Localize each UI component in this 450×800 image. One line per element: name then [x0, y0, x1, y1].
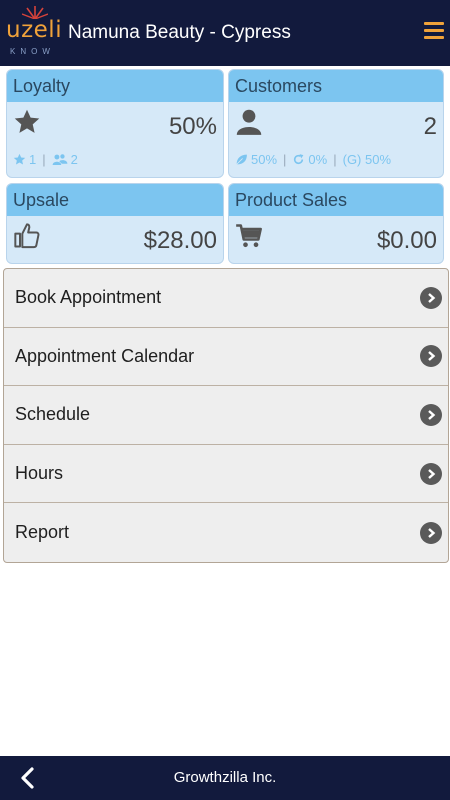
top-bar: uzeli KNOW Namuna Beauty - Cypress	[0, 0, 450, 66]
users-icon	[52, 154, 68, 166]
star-icon	[14, 109, 40, 133]
customers-stats: 50% | 0% | (G) 50%	[235, 152, 391, 167]
shopping-cart-icon	[236, 224, 262, 248]
app-logo: uzeli KNOW	[6, 5, 62, 61]
refresh-icon	[294, 154, 304, 165]
upsale-card[interactable]: Upsale $28.00	[6, 183, 224, 264]
menu-item-book-appointment[interactable]: Book Appointment	[4, 269, 448, 328]
chevron-right-icon	[420, 345, 442, 368]
upsale-card-title: Upsale	[7, 184, 223, 216]
star-small-icon	[13, 153, 26, 165]
menu-item-label: Hours	[15, 463, 64, 484]
product-sales-card[interactable]: Product Sales $0.00	[228, 183, 444, 264]
loyalty-stats: 1 | 2	[13, 152, 78, 167]
menu-item-hours[interactable]: Hours	[4, 445, 448, 504]
menu-item-label: Book Appointment	[15, 287, 162, 308]
menu-item-label: Appointment Calendar	[15, 345, 195, 366]
customers-value: 2	[423, 113, 437, 140]
user-icon	[236, 109, 262, 135]
leaf-icon	[236, 154, 247, 165]
product-sales-card-title: Product Sales	[229, 184, 443, 216]
customers-returning-pct: 0%	[308, 152, 328, 167]
product-sales-value: $0.00	[376, 227, 437, 254]
footer-company: Growthzilla Inc.	[173, 769, 277, 786]
chevron-right-icon	[420, 286, 442, 309]
upsale-value: $28.00	[143, 227, 217, 254]
loyalty-value: 50%	[168, 113, 217, 140]
chevron-right-icon	[420, 403, 442, 426]
loyalty-card-title: Loyalty	[7, 70, 223, 102]
customers-card[interactable]: Customers 2 50% | 0% | (G) 50%	[228, 69, 444, 178]
menu-item-label: Report	[15, 522, 70, 543]
main-menu: Book Appointment Appointment Calendar Sc…	[3, 268, 449, 563]
menu-item-report[interactable]: Report	[4, 503, 448, 562]
loyalty-users-count: 2	[70, 152, 78, 167]
customers-g-pct: (G) 50%	[342, 152, 392, 167]
menu-item-appointment-calendar[interactable]: Appointment Calendar	[4, 328, 448, 387]
chevron-right-icon	[420, 462, 442, 485]
logo-text: uzeli	[6, 17, 63, 43]
customers-card-title: Customers	[229, 70, 443, 102]
bottom-bar: Growthzilla Inc.	[0, 756, 450, 800]
menu-item-schedule[interactable]: Schedule	[4, 386, 448, 445]
customers-new-pct: 50%	[251, 152, 278, 167]
logo-subtext: KNOW	[10, 47, 55, 56]
hamburger-menu-icon[interactable]	[424, 22, 444, 40]
menu-item-label: Schedule	[15, 404, 91, 425]
page-title: Namuna Beauty - Cypress	[68, 22, 291, 43]
chevron-right-icon	[420, 521, 442, 544]
thumbs-up-icon	[14, 223, 40, 249]
loyalty-star-count: 1	[29, 152, 37, 167]
loyalty-card[interactable]: Loyalty 50% 1 | 2	[6, 69, 224, 178]
